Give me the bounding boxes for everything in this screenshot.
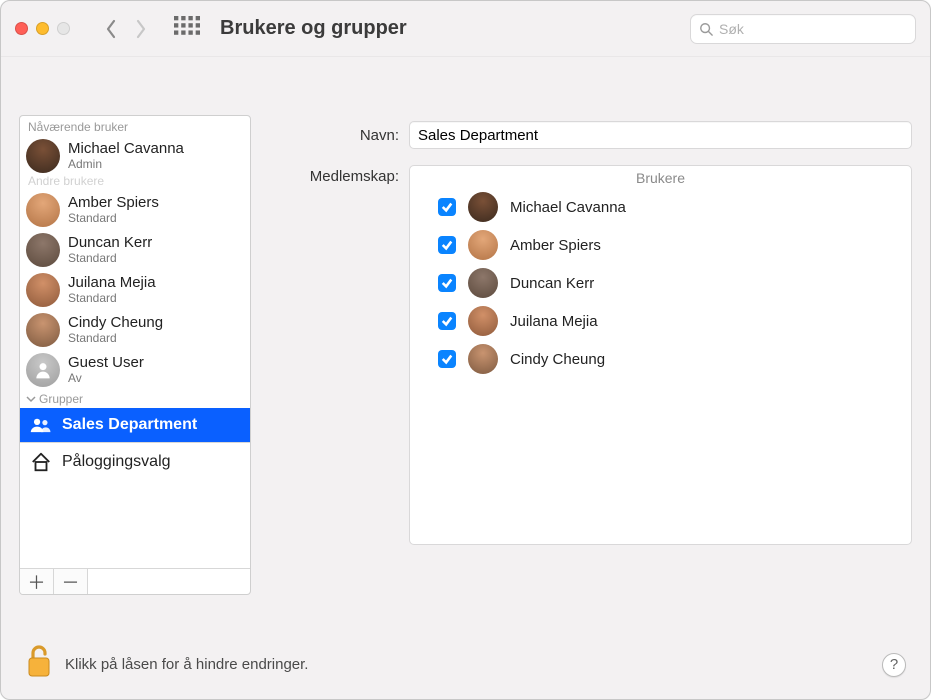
groups-header[interactable]: Grupper bbox=[20, 390, 250, 408]
members-column-header: Brukere bbox=[410, 166, 911, 188]
sidebar-user[interactable]: Amber Spiers Standard bbox=[20, 190, 250, 230]
user-name-label: Cindy Cheung bbox=[68, 315, 163, 332]
member-name-label: Amber Spiers bbox=[510, 237, 601, 254]
house-icon bbox=[30, 451, 52, 473]
chevron-down-icon bbox=[26, 394, 36, 404]
user-role-label: Av bbox=[68, 372, 144, 385]
user-name-label: Juilana Mejia bbox=[68, 275, 156, 292]
sidebar-group-selected[interactable]: Sales Department bbox=[20, 408, 250, 442]
login-options[interactable]: Påloggingsvalg bbox=[20, 442, 250, 481]
member-name-label: Cindy Cheung bbox=[510, 351, 605, 368]
group-name-input[interactable] bbox=[409, 121, 912, 149]
avatar bbox=[26, 313, 60, 347]
member-checkbox[interactable] bbox=[438, 350, 456, 368]
forward-button[interactable] bbox=[130, 16, 152, 42]
lock-hint-label: Klikk på låsen for å hindre endringer. bbox=[65, 656, 308, 673]
footer-bar: Klikk på låsen for å hindre endringer. ? bbox=[25, 644, 906, 685]
sidebar-user[interactable]: Guest User Av bbox=[20, 350, 250, 390]
search-icon bbox=[699, 22, 713, 36]
user-role-label: Standard bbox=[68, 292, 156, 305]
membership-row: Medlemskap: Brukere Michael Cavanna Ambe… bbox=[271, 165, 912, 545]
sidebar-user[interactable]: Cindy Cheung Standard bbox=[20, 310, 250, 350]
current-user-header: Nåværende bruker bbox=[20, 116, 250, 136]
detail-pane: Navn: Medlemskap: Brukere Michael Cavann… bbox=[271, 115, 912, 595]
avatar bbox=[468, 268, 498, 298]
zoom-window-button[interactable] bbox=[57, 22, 70, 35]
member-name-label: Juilana Mejia bbox=[510, 313, 598, 330]
content-area: Nåværende bruker Michael Cavanna Admin A… bbox=[1, 57, 930, 595]
sidebar-user[interactable]: Juilana Mejia Standard bbox=[20, 270, 250, 310]
groups-header-label: Grupper bbox=[39, 392, 83, 406]
minimize-window-button[interactable] bbox=[36, 22, 49, 35]
user-role-label: Standard bbox=[68, 332, 163, 345]
avatar bbox=[468, 230, 498, 260]
member-row[interactable]: Duncan Kerr bbox=[410, 264, 911, 302]
other-users-header: Andre brukere bbox=[20, 170, 250, 190]
user-role-label: Admin bbox=[68, 158, 184, 171]
member-checkbox[interactable] bbox=[438, 312, 456, 330]
avatar bbox=[468, 344, 498, 374]
avatar bbox=[26, 353, 60, 387]
member-row[interactable]: Cindy Cheung bbox=[410, 340, 911, 378]
avatar bbox=[26, 273, 60, 307]
user-role-label: Standard bbox=[68, 252, 152, 265]
toolbar: Brukere og grupper bbox=[1, 1, 930, 57]
avatar bbox=[468, 306, 498, 336]
guest-icon bbox=[33, 360, 53, 380]
sidebar-user[interactable]: Duncan Kerr Standard bbox=[20, 230, 250, 270]
show-all-button[interactable] bbox=[174, 16, 200, 42]
lock-button[interactable] bbox=[25, 644, 53, 685]
members-list: Brukere Michael Cavanna Amber Spiers bbox=[409, 165, 912, 545]
member-row[interactable]: Juilana Mejia bbox=[410, 302, 911, 340]
member-row[interactable]: Michael Cavanna bbox=[410, 188, 911, 226]
member-row[interactable]: Amber Spiers bbox=[410, 226, 911, 264]
search-input[interactable] bbox=[719, 21, 907, 37]
member-name-label: Duncan Kerr bbox=[510, 275, 594, 292]
group-name-label: Sales Department bbox=[62, 416, 197, 434]
back-button[interactable] bbox=[100, 16, 122, 42]
avatar bbox=[468, 192, 498, 222]
user-name-label: Guest User bbox=[68, 355, 144, 372]
member-checkbox[interactable] bbox=[438, 274, 456, 292]
member-checkbox[interactable] bbox=[438, 236, 456, 254]
window-title: Brukere og grupper bbox=[220, 17, 407, 40]
name-label: Navn: bbox=[271, 127, 399, 144]
search-field[interactable] bbox=[690, 14, 916, 44]
add-button[interactable]: ＋ bbox=[20, 569, 54, 594]
group-icon bbox=[30, 417, 52, 433]
remove-button[interactable]: － bbox=[54, 569, 88, 594]
login-options-label: Påloggingsvalg bbox=[62, 453, 171, 471]
membership-label: Medlemskap: bbox=[271, 165, 399, 185]
member-name-label: Michael Cavanna bbox=[510, 199, 626, 216]
sidebar-footer: ＋ － bbox=[20, 568, 250, 594]
member-checkbox[interactable] bbox=[438, 198, 456, 216]
close-window-button[interactable] bbox=[15, 22, 28, 35]
user-name-label: Amber Spiers bbox=[68, 195, 159, 212]
users-sidebar: Nåværende bruker Michael Cavanna Admin A… bbox=[19, 115, 251, 595]
user-name-label: Duncan Kerr bbox=[68, 235, 152, 252]
avatar bbox=[26, 233, 60, 267]
preferences-window: Brukere og grupper Nåværende bruker Mich… bbox=[0, 0, 931, 700]
user-name-label: Michael Cavanna bbox=[68, 141, 184, 158]
help-button[interactable]: ? bbox=[882, 653, 906, 677]
avatar bbox=[26, 193, 60, 227]
window-controls bbox=[15, 22, 70, 35]
name-field-row: Navn: bbox=[271, 121, 912, 149]
user-role-label: Standard bbox=[68, 212, 159, 225]
avatar bbox=[26, 139, 60, 173]
